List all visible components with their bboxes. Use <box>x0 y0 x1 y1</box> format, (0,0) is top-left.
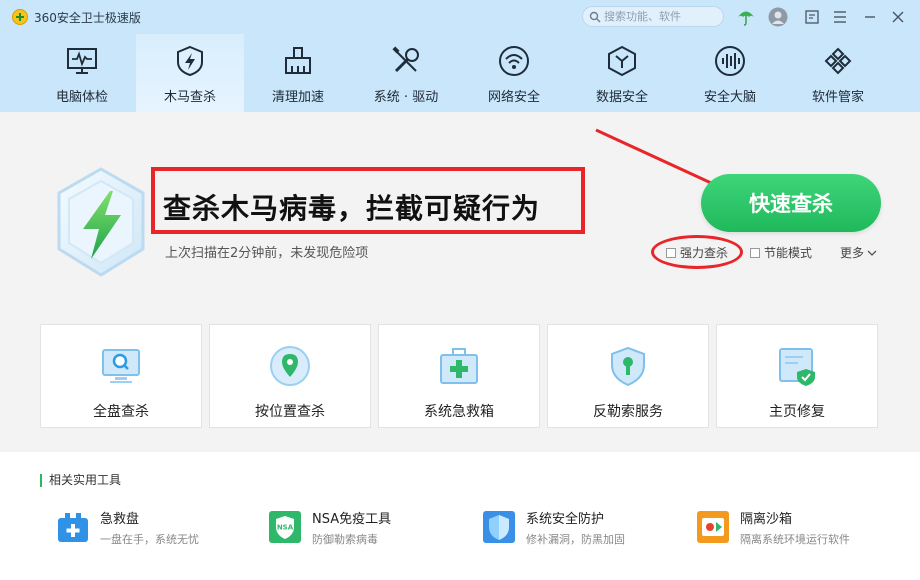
more-label: 更多 <box>840 246 865 260</box>
last-scan-status: 上次扫描在2分钟前，未发现危险项 <box>165 246 369 261</box>
tool-desc: 一盘在手，系统无忧 <box>100 533 199 546</box>
system-protection-tool[interactable]: 系统安全防护 修补漏洞，防黑加固 <box>482 510 625 548</box>
nav-label: 清理加速 <box>271 90 324 105</box>
card-label: 全盘查杀 <box>93 404 149 420</box>
first-aid-card[interactable]: 系统急救箱 <box>378 324 540 428</box>
menu-icon[interactable] <box>830 7 850 27</box>
broom-icon <box>281 44 315 78</box>
nsa-badge-text: NSA <box>277 524 294 532</box>
page-headline: 查杀木马病毒，拦截可疑行为 <box>163 192 541 225</box>
nsa-icon: NSA <box>269 511 301 543</box>
scan-mode-cards: 全盘查杀 按位置查杀 系统急救箱 反勒索服务 主页修复 <box>40 324 878 428</box>
tool-name: 系统安全防护 <box>526 512 605 527</box>
nav-network-security[interactable]: 网络安全 <box>460 34 568 112</box>
homepage-repair-icon <box>779 348 815 386</box>
card-label: 反勒索服务 <box>593 404 663 420</box>
tool-name: 隔离沙箱 <box>740 512 793 527</box>
nav-system-driver[interactable]: 系统 · 驱动 <box>352 34 460 112</box>
wrench-screwdriver-icon <box>389 44 423 78</box>
main-panel: 查杀木马病毒，拦截可疑行为 上次扫描在2分钟前，未发现危险项 快速查杀 强力查杀… <box>0 112 920 452</box>
tool-desc: 防御勒索病毒 <box>312 533 378 546</box>
power-save-checkbox[interactable] <box>750 247 760 258</box>
nsa-immunity-tool[interactable]: NSA NSA免疫工具 防御勒索病毒 <box>268 510 391 548</box>
app-logo-icon <box>12 9 28 25</box>
tool-name: 急救盘 <box>100 512 140 527</box>
software-grid-icon <box>821 44 855 78</box>
umbrella-icon[interactable] <box>736 7 756 27</box>
homepage-repair-card[interactable]: 主页修复 <box>716 324 878 428</box>
option-label: 节能模式 <box>764 246 813 260</box>
search-input[interactable] <box>604 10 714 23</box>
nav-label: 电脑体检 <box>55 90 108 105</box>
quick-scan-button[interactable]: 快速查杀 <box>701 174 881 232</box>
nav-label: 系统 · 驱动 <box>373 90 439 105</box>
anti-ransom-card[interactable]: 反勒索服务 <box>547 324 709 428</box>
security-shield-icon <box>483 511 515 543</box>
nav-label: 数据安全 <box>595 90 648 105</box>
nav-data-security[interactable]: 数据安全 <box>568 34 676 112</box>
close-icon[interactable] <box>888 7 908 27</box>
main-nav: 电脑体检 木马查杀 清理加速 系统 · 驱动 网络安全 数据安全 安全大脑 软件… <box>0 34 920 112</box>
tool-desc: 修补漏洞，防黑加固 <box>526 533 625 546</box>
user-avatar-icon <box>768 7 788 27</box>
tools-section-title: 相关实用工具 <box>40 474 121 487</box>
minimize-icon[interactable] <box>860 7 880 27</box>
card-label: 按位置查杀 <box>255 404 325 420</box>
tool-name: NSA免疫工具 <box>312 512 392 527</box>
tool-desc: 隔离系统环境运行软件 <box>740 533 850 546</box>
nav-label: 安全大脑 <box>703 90 756 105</box>
option-annotation-ellipse <box>651 235 743 269</box>
shield-lock-icon <box>611 346 645 387</box>
rescue-disk-icon <box>58 513 88 542</box>
card-label: 系统急救箱 <box>424 404 494 420</box>
wifi-icon <box>497 44 531 78</box>
card-label: 主页修复 <box>769 404 825 420</box>
nav-label: 木马查杀 <box>163 90 216 105</box>
nav-cleanup[interactable]: 清理加速 <box>244 34 352 112</box>
nav-label: 软件管家 <box>811 90 864 105</box>
nav-pc-checkup[interactable]: 电脑体检 <box>28 34 136 112</box>
first-aid-kit-icon <box>440 348 478 384</box>
shield-bolt-icon <box>173 44 207 78</box>
monitor-search-icon <box>102 349 140 383</box>
nav-trojan-scan[interactable]: 木马查杀 <box>136 34 244 112</box>
data-cube-icon <box>605 44 639 78</box>
location-pin-icon <box>270 346 310 386</box>
trojan-shield-icon <box>57 167 145 277</box>
nav-software-manager[interactable]: 软件管家 <box>784 34 892 112</box>
full-scan-card[interactable]: 全盘查杀 <box>40 324 202 428</box>
rescue-disk-tool[interactable]: 急救盘 一盘在手，系统无忧 <box>56 510 199 548</box>
search-box[interactable] <box>582 6 724 27</box>
monitor-pulse-icon <box>65 44 99 78</box>
title-bar: 360安全卫士极速版 <box>0 0 920 34</box>
feedback-icon[interactable] <box>802 7 822 27</box>
location-scan-card[interactable]: 按位置查杀 <box>209 324 371 428</box>
sandbox-icon <box>697 511 729 543</box>
search-icon <box>589 11 601 22</box>
brain-wave-icon <box>713 44 747 78</box>
nav-security-brain[interactable]: 安全大脑 <box>676 34 784 112</box>
avatar[interactable] <box>768 7 788 27</box>
power-save-option[interactable]: 节能模式 <box>750 244 812 261</box>
more-dropdown[interactable]: 更多 <box>840 244 877 261</box>
chevron-down-icon <box>867 250 877 256</box>
nav-label: 网络安全 <box>487 90 540 105</box>
app-title: 360安全卫士极速版 <box>34 10 141 25</box>
sandbox-tool[interactable]: 隔离沙箱 隔离系统环境运行软件 <box>696 510 850 548</box>
